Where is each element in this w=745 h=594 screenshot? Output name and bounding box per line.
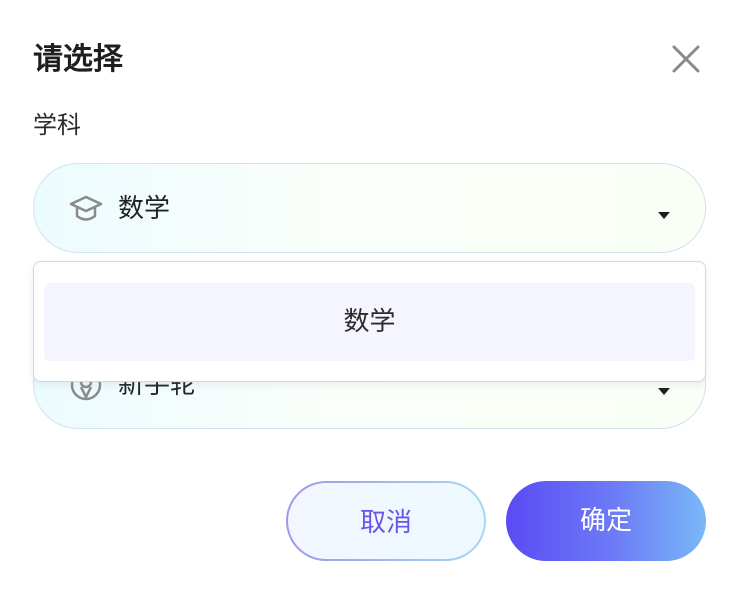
dropdown-option-math[interactable]: 数学 <box>44 283 695 361</box>
dialog-title: 请选择 <box>33 42 123 77</box>
graduation-cap-icon <box>68 191 104 227</box>
subject-label: 学科 <box>33 111 81 139</box>
close-icon <box>672 45 700 73</box>
select-dialog: 请选择 学科 新手轮 数学 数学 取消 确定 <box>0 0 745 594</box>
confirm-button[interactable]: 确定 <box>506 481 706 561</box>
subject-select[interactable]: 数学 <box>33 163 706 253</box>
subject-dropdown: 数学 <box>33 261 706 382</box>
cancel-button[interactable]: 取消 <box>286 481 486 561</box>
close-button[interactable] <box>666 40 706 80</box>
chevron-down-icon <box>657 381 671 395</box>
subject-select-value: 数学 <box>118 194 171 224</box>
chevron-down-icon <box>657 205 671 219</box>
